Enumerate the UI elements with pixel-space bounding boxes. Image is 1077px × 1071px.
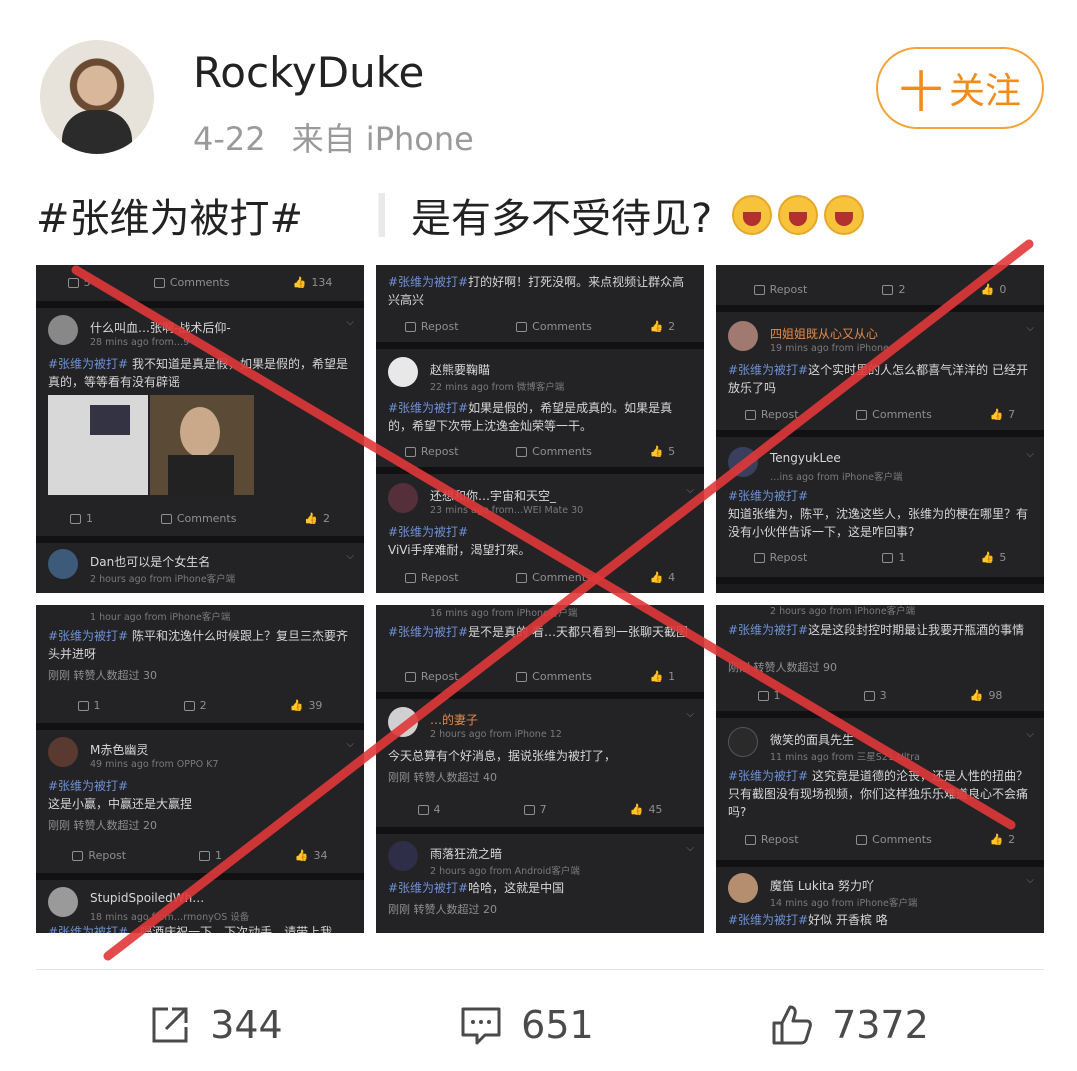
- follow-button[interactable]: 十关注: [876, 47, 1044, 129]
- laugh-emoji-icon: [732, 195, 773, 235]
- like-count: 7372: [832, 1003, 929, 1047]
- comment-text: #张维为被打# 我不知道是真是假，如果是假的，希望是真的，等等看有没有辟谣: [48, 357, 348, 389]
- screenshot-panel-6[interactable]: 2 hours ago from iPhone客户端 #张维为被打#这是这段封控…: [716, 605, 1044, 933]
- footer-divider: [36, 969, 1044, 970]
- screenshot-panel-5[interactable]: 16 mins ago from iPhone客户端 #张维为被打#是不是真的 …: [376, 605, 704, 933]
- post-text: #张维为被打# 是有多不受待见?: [36, 186, 865, 244]
- post-body: 是有多不受待见?: [411, 196, 713, 242]
- thumbs-up-icon: [772, 1005, 812, 1045]
- like-count: 👍 134: [292, 276, 333, 289]
- laugh-emoji-icon: [778, 195, 819, 235]
- follow-label: 关注: [948, 71, 1021, 112]
- comment-button[interactable]: 651: [459, 1003, 594, 1047]
- repost-button[interactable]: 344: [148, 1003, 283, 1047]
- comment-time: 28 mins ago from…9: [90, 337, 190, 348]
- post-source: 来自 iPhone: [291, 120, 474, 158]
- blurred-region: [303, 193, 412, 237]
- screenshot-panel-4[interactable]: 1 hour ago from iPhone客户端 #张维为被打# 陈平和沈逸什…: [36, 605, 364, 933]
- post-hashtag[interactable]: #张维为被打#: [36, 186, 303, 244]
- news-thumbnail-2: [150, 395, 254, 495]
- comment-count: 651: [521, 1003, 594, 1047]
- post-action-bar: 344 651 7372: [0, 995, 1077, 1055]
- screenshot-panel-3[interactable]: Repost 2 👍 0 四姐姐既从心又从心 19 mins ago from i…: [716, 265, 1044, 593]
- laugh-emoji-icon: [824, 195, 865, 235]
- repost-count: 5: [67, 276, 91, 289]
- post-meta: 4-22 来自 iPhone: [193, 114, 474, 160]
- comment-user: 什么叫血…张啊-战术后仰-: [90, 321, 231, 335]
- news-thumbnail-1: [48, 395, 148, 495]
- comments-label: Comments: [153, 276, 229, 289]
- username[interactable]: RockyDuke: [193, 48, 424, 97]
- screenshot-panel-2[interactable]: #张维为被打#打的好啊！打死没啊。来点视频让群众高兴高兴 Repost Comm…: [376, 265, 704, 593]
- comment-icon: [461, 1007, 501, 1045]
- screenshot-panel-1[interactable]: 5 Comments 👍 134 什么叫血…张啊-战术后仰- 28 mins ag…: [36, 265, 364, 593]
- user-avatar[interactable]: [40, 40, 154, 154]
- repost-count: 344: [210, 1003, 283, 1047]
- share-icon: [152, 1007, 188, 1043]
- post-date: 4-22: [193, 120, 266, 158]
- like-button[interactable]: 7372: [770, 1003, 929, 1047]
- screenshot-grid[interactable]: 5 Comments 👍 134 什么叫血…张啊-战术后仰- 28 mins ag…: [36, 265, 1044, 933]
- plus-icon: 十: [898, 67, 943, 118]
